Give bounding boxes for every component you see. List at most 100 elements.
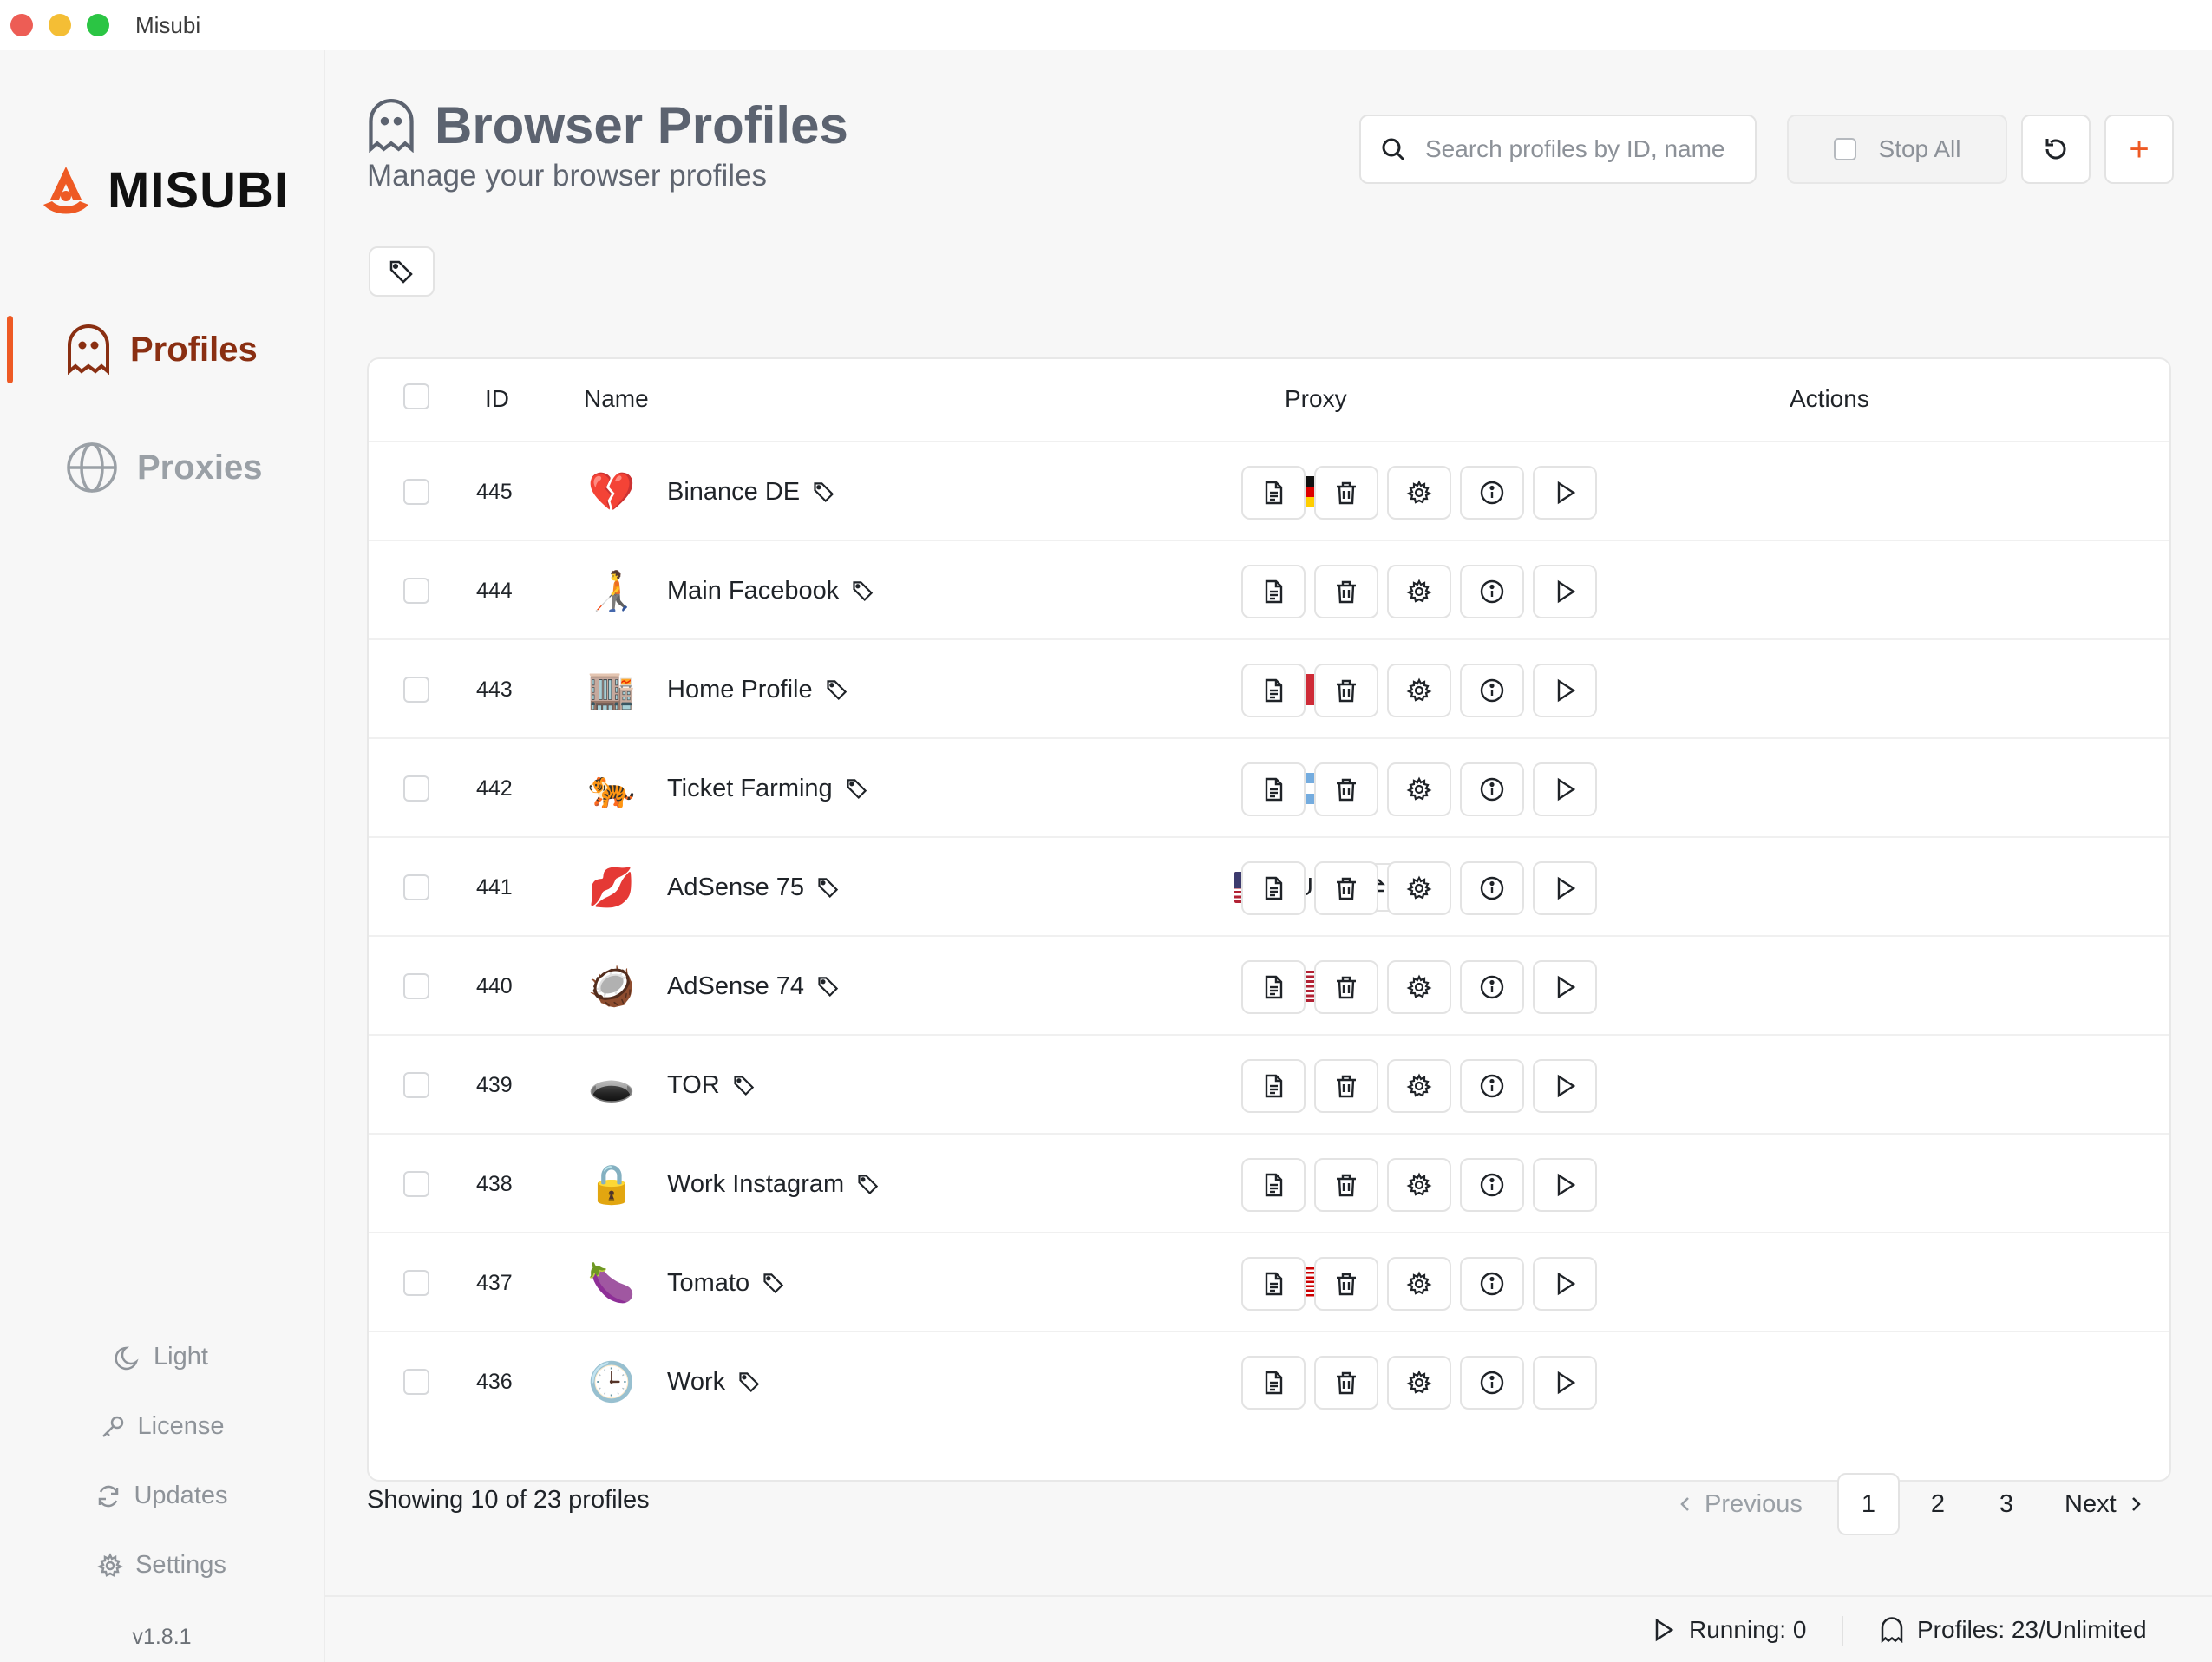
profile-name[interactable]: Home Profile	[667, 676, 813, 704]
delete-button[interactable]	[1314, 861, 1378, 915]
notes-button[interactable]	[1241, 1059, 1306, 1113]
profile-name[interactable]: Work Instagram	[667, 1170, 844, 1199]
table-row[interactable]: 437🍆TomatoMY	[369, 1233, 2169, 1332]
page-button-1[interactable]: 1	[1837, 1473, 1900, 1535]
notes-button[interactable]	[1241, 466, 1306, 520]
tag-icon[interactable]	[812, 480, 836, 504]
launch-button[interactable]	[1533, 1158, 1597, 1212]
delete-button[interactable]	[1314, 1257, 1378, 1311]
launch-button[interactable]	[1533, 1356, 1597, 1410]
delete-button[interactable]	[1314, 1356, 1378, 1410]
notes-button[interactable]	[1241, 762, 1306, 816]
table-row[interactable]: 440🥥AdSense 74US	[369, 937, 2169, 1036]
launch-button[interactable]	[1533, 1059, 1597, 1113]
info-button[interactable]	[1460, 762, 1524, 816]
maximize-window-button[interactable]	[87, 14, 109, 36]
profile-name[interactable]: Work	[667, 1368, 725, 1397]
profile-settings-button[interactable]	[1387, 1059, 1451, 1113]
tag-filter-button[interactable]	[369, 246, 435, 297]
profile-settings-button[interactable]	[1387, 762, 1451, 816]
tag-icon[interactable]	[737, 1370, 762, 1394]
row-checkbox[interactable]	[403, 874, 429, 900]
profile-name[interactable]: AdSense 75	[667, 874, 804, 902]
tag-icon[interactable]	[851, 579, 875, 603]
table-row[interactable]: 445💔Binance DEDE	[369, 442, 2169, 541]
delete-button[interactable]	[1314, 664, 1378, 717]
table-row[interactable]: 443🏬Home ProfileIT	[369, 640, 2169, 739]
info-button[interactable]	[1460, 960, 1524, 1014]
launch-button[interactable]	[1533, 762, 1597, 816]
tag-icon[interactable]	[732, 1073, 756, 1097]
info-button[interactable]	[1460, 565, 1524, 618]
delete-button[interactable]	[1314, 960, 1378, 1014]
tag-icon[interactable]	[825, 677, 849, 702]
select-all-checkbox[interactable]	[403, 383, 429, 409]
row-checkbox[interactable]	[403, 973, 429, 999]
delete-button[interactable]	[1314, 762, 1378, 816]
row-checkbox[interactable]	[403, 479, 429, 505]
close-window-button[interactable]	[10, 14, 33, 36]
delete-button[interactable]	[1314, 565, 1378, 618]
profile-settings-button[interactable]	[1387, 861, 1451, 915]
previous-page-button[interactable]: Previous	[1679, 1473, 1803, 1535]
license-link[interactable]: License	[0, 1412, 324, 1441]
table-row[interactable]: 436🕒WorkDC	[369, 1332, 2169, 1431]
profile-name[interactable]: Main Facebook	[667, 577, 839, 605]
profile-name[interactable]: AdSense 74	[667, 972, 804, 1001]
table-row[interactable]: 438🔒Work InstagramDC	[369, 1135, 2169, 1233]
launch-button[interactable]	[1533, 861, 1597, 915]
profile-settings-button[interactable]	[1387, 565, 1451, 618]
info-button[interactable]	[1460, 1059, 1524, 1113]
notes-button[interactable]	[1241, 565, 1306, 618]
info-button[interactable]	[1460, 1257, 1524, 1311]
table-row[interactable]: 442🐅Ticket FarmingAR	[369, 739, 2169, 838]
page-button-3[interactable]: 3	[1975, 1473, 2038, 1535]
launch-button[interactable]	[1533, 664, 1597, 717]
row-checkbox[interactable]	[403, 1270, 429, 1296]
profile-settings-button[interactable]	[1387, 1257, 1451, 1311]
table-row[interactable]: 439🕳️TORDC	[369, 1036, 2169, 1135]
profile-settings-button[interactable]	[1387, 1356, 1451, 1410]
info-button[interactable]	[1460, 861, 1524, 915]
row-checkbox[interactable]	[403, 677, 429, 703]
launch-button[interactable]	[1533, 565, 1597, 618]
launch-button[interactable]	[1533, 960, 1597, 1014]
notes-button[interactable]	[1241, 1356, 1306, 1410]
notes-button[interactable]	[1241, 960, 1306, 1014]
tag-icon[interactable]	[762, 1271, 786, 1295]
info-button[interactable]	[1460, 1158, 1524, 1212]
refresh-button[interactable]	[2021, 115, 2091, 184]
info-button[interactable]	[1460, 664, 1524, 717]
profile-settings-button[interactable]	[1387, 960, 1451, 1014]
profile-name[interactable]: Binance DE	[667, 478, 800, 507]
tag-icon[interactable]	[845, 776, 869, 801]
delete-button[interactable]	[1314, 1059, 1378, 1113]
row-checkbox[interactable]	[403, 1171, 429, 1197]
profile-name[interactable]: Tomato	[667, 1269, 749, 1298]
row-checkbox[interactable]	[403, 775, 429, 802]
add-profile-button[interactable]: +	[2104, 115, 2174, 184]
notes-button[interactable]	[1241, 664, 1306, 717]
table-row[interactable]: 444🧑‍🦯Main FacebookDC	[369, 541, 2169, 640]
next-page-button[interactable]: Next	[2065, 1473, 2143, 1535]
page-button-2[interactable]: 2	[1907, 1473, 1969, 1535]
notes-button[interactable]	[1241, 861, 1306, 915]
row-checkbox[interactable]	[403, 1072, 429, 1098]
launch-button[interactable]	[1533, 466, 1597, 520]
delete-button[interactable]	[1314, 466, 1378, 520]
notes-button[interactable]	[1241, 1257, 1306, 1311]
minimize-window-button[interactable]	[49, 14, 71, 36]
profile-settings-button[interactable]	[1387, 1158, 1451, 1212]
stop-all-button[interactable]: Stop All	[1787, 115, 2007, 184]
sidebar-item-profiles[interactable]: Profiles	[0, 311, 324, 389]
table-row[interactable]: 441 💋 AdSense 75 US	[369, 838, 2169, 937]
tag-icon[interactable]	[856, 1172, 880, 1196]
info-button[interactable]	[1460, 1356, 1524, 1410]
notes-button[interactable]	[1241, 1158, 1306, 1212]
profile-settings-button[interactable]	[1387, 664, 1451, 717]
profile-name[interactable]: TOR	[667, 1071, 720, 1100]
info-button[interactable]	[1460, 466, 1524, 520]
profile-settings-button[interactable]	[1387, 466, 1451, 520]
row-checkbox[interactable]	[403, 578, 429, 604]
tag-icon[interactable]	[816, 875, 841, 900]
